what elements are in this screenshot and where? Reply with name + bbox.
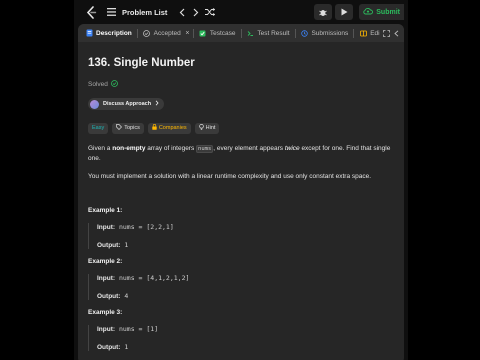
example-block: Input: nums = [1] Output: 1 xyxy=(88,324,394,351)
example-title: Example 3: xyxy=(88,308,123,316)
tab-accepted-label: Accepted xyxy=(153,29,181,37)
close-tab-icon[interactable]: × xyxy=(184,29,191,37)
example-input: Input: nums = [4,1,2,1,2] xyxy=(97,274,394,282)
output-label: Output: xyxy=(97,241,121,249)
run-button[interactable] xyxy=(335,4,354,20)
input-label: Input: xyxy=(97,223,116,231)
output-value: 4 xyxy=(124,291,129,300)
difficulty-badge: Easy xyxy=(88,122,109,134)
tab-description[interactable]: Description xyxy=(82,24,135,42)
example-output: Output: 4 xyxy=(97,292,394,300)
problem-list-link[interactable]: Problem List xyxy=(122,8,167,17)
statement-italic: twice xyxy=(284,144,300,152)
tab-submissions[interactable]: Submissions xyxy=(297,24,351,42)
input-value: nums = [4,1,2,1,2] xyxy=(118,273,190,282)
top-nav: Problem List Submit xyxy=(74,0,408,24)
example-input: Input: nums = [1] xyxy=(97,325,394,333)
statement-text: , every element appears xyxy=(213,144,285,152)
upload-cloud-icon xyxy=(363,7,374,17)
lock-icon xyxy=(152,124,157,132)
hint-button[interactable]: Hint xyxy=(194,122,220,134)
input-value: nums = [2,2,1] xyxy=(118,222,174,231)
output-value: 1 xyxy=(124,342,129,351)
companies-label: Companies xyxy=(158,125,187,131)
check-circle-icon xyxy=(143,29,151,37)
checkbox-icon xyxy=(199,29,207,37)
book-icon xyxy=(359,29,367,37)
tab-test-result-label: Test Result xyxy=(257,29,290,37)
tab-test-result[interactable]: Test Result xyxy=(243,24,292,42)
tab-submissions-label: Submissions xyxy=(311,29,349,37)
submit-button[interactable]: Submit xyxy=(359,4,404,20)
expand-icon[interactable] xyxy=(382,29,390,37)
tab-testcase[interactable]: Testcase xyxy=(196,24,239,42)
example-title: Example 1: xyxy=(88,206,123,214)
statement-bold: non-empty xyxy=(112,144,146,152)
ai-avatar-icon xyxy=(90,99,99,109)
example-title: Example 2: xyxy=(88,257,123,265)
example-output: Output: 1 xyxy=(97,343,394,351)
tab-description-label: Description xyxy=(96,29,132,37)
discuss-approach-button[interactable]: Discuss Approach xyxy=(88,98,165,110)
leetcode-app: Problem List Submit Description Accepted… xyxy=(74,0,408,360)
problem-list-icon[interactable] xyxy=(104,5,118,19)
collapse-chevron-icon[interactable] xyxy=(393,29,400,37)
tab-editorial-label: Edi xyxy=(370,29,380,37)
chevron-right-icon xyxy=(155,100,159,108)
example-block: Input: nums = [4,1,2,1,2] Output: 4 xyxy=(88,273,394,300)
input-value: nums = [1] xyxy=(118,324,159,333)
lightbulb-icon xyxy=(198,123,204,133)
example-2: Example 2: Input: nums = [4,1,2,1,2] Out… xyxy=(88,258,394,300)
input-label: Input: xyxy=(97,325,116,333)
terminal-icon xyxy=(246,29,254,37)
solved-label: Solved xyxy=(88,81,108,88)
output-value: 1 xyxy=(124,240,129,249)
inline-code: nums xyxy=(196,144,214,153)
problem-tags: Easy Topics Companies Hint xyxy=(88,122,394,134)
statement-text: Given a xyxy=(88,144,113,152)
example-input: Input: nums = [2,2,1] xyxy=(97,223,394,231)
debug-button[interactable] xyxy=(314,4,333,20)
input-label: Input: xyxy=(97,274,116,282)
statement-text: array of integers xyxy=(145,144,197,152)
check-circle-icon xyxy=(110,80,118,89)
history-icon xyxy=(300,29,308,37)
shuffle-icon[interactable] xyxy=(203,5,217,19)
leetcode-logo-icon[interactable] xyxy=(86,5,98,19)
output-label: Output: xyxy=(97,343,121,351)
panel-tab-bar: Description Accepted × Testcase Test Res… xyxy=(78,24,404,42)
description-panel: Description Accepted × Testcase Test Res… xyxy=(78,24,404,360)
example-1: Example 1: Input: nums = [2,2,1] Output:… xyxy=(88,207,394,249)
tag-icon xyxy=(116,124,123,132)
example-output: Output: 1 xyxy=(97,241,394,249)
solved-status: Solved xyxy=(88,80,394,89)
document-icon xyxy=(85,29,93,37)
topics-button[interactable]: Topics xyxy=(112,122,144,134)
submit-label: Submit xyxy=(376,8,400,16)
problem-description: 136. Single Number Solved Discuss Approa… xyxy=(78,42,404,351)
problem-constraint: You must implement a solution with a lin… xyxy=(88,172,372,180)
tab-editorial[interactable]: Edi xyxy=(356,24,382,42)
topics-label: Topics xyxy=(124,125,140,131)
tab-accepted[interactable]: Accepted xyxy=(140,24,184,42)
example-block: Input: nums = [2,2,1] Output: 1 xyxy=(88,222,394,249)
hint-label: Hint xyxy=(205,125,216,131)
output-label: Output: xyxy=(97,292,121,300)
prev-problem-icon[interactable] xyxy=(175,5,189,19)
companies-button[interactable]: Companies xyxy=(147,122,191,134)
problem-statement: Given a non-empty array of integers nums… xyxy=(88,144,394,164)
next-problem-icon[interactable] xyxy=(189,5,203,19)
problem-title: 136. Single Number xyxy=(88,57,195,69)
example-3: Example 3: Input: nums = [1] Output: 1 xyxy=(88,309,394,351)
tab-testcase-label: Testcase xyxy=(209,29,236,37)
discuss-approach-label: Discuss Approach xyxy=(103,101,152,107)
